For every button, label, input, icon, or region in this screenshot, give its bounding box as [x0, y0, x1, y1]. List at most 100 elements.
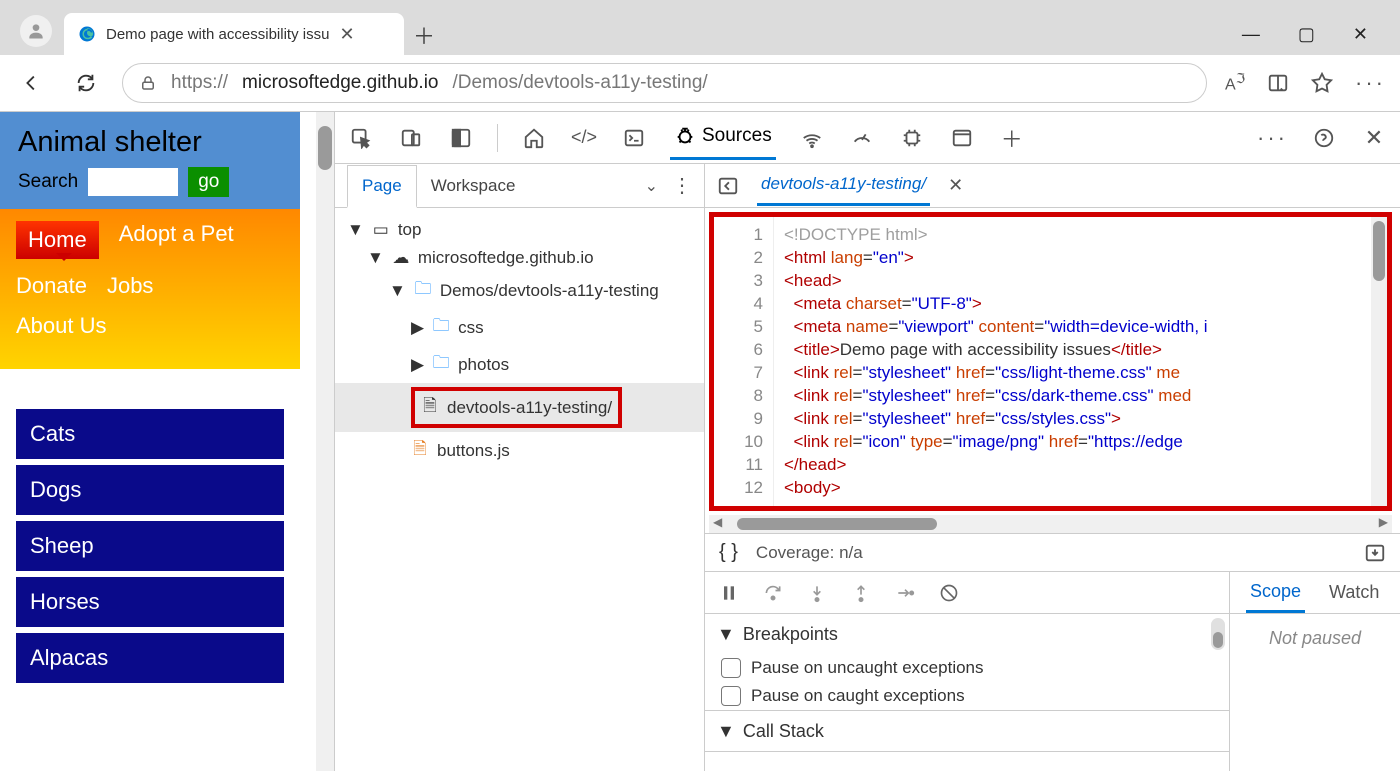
- sources-tab-label: Sources: [702, 125, 772, 147]
- category-link[interactable]: Sheep: [16, 521, 284, 571]
- add-tab-icon[interactable]: ＋: [998, 124, 1026, 152]
- category-link[interactable]: Alpacas: [16, 633, 284, 683]
- chevron-down-icon[interactable]: ⌄: [645, 176, 658, 196]
- close-window-button[interactable]: ✕: [1353, 24, 1368, 45]
- memory-tab-icon[interactable]: [898, 124, 926, 152]
- main-nav: Home Adopt a Pet Donate Jobs About Us: [0, 209, 300, 369]
- editor-footer: { } Coverage: n/a: [705, 533, 1400, 571]
- editor-area: devtools-a11y-testing/ ✕ 123456789101112…: [705, 164, 1400, 771]
- address-bar: https:// microsoftedge.github.io/Demos/de…: [0, 55, 1400, 111]
- minimize-button[interactable]: —: [1242, 24, 1260, 45]
- nav-donate[interactable]: Donate: [16, 273, 87, 299]
- search-input[interactable]: [88, 168, 178, 196]
- inspect-icon[interactable]: [347, 124, 375, 152]
- sidebar-more-icon[interactable]: ⋮: [672, 173, 692, 198]
- line-gutter: 123456789101112: [714, 217, 774, 506]
- coverage-label: Coverage: n/a: [756, 543, 863, 563]
- console-tab-icon[interactable]: [620, 124, 648, 152]
- workspace-subtab[interactable]: Workspace: [417, 166, 645, 206]
- category-link[interactable]: Cats: [16, 409, 284, 459]
- callstack-section[interactable]: ▼Call Stack: [705, 711, 1229, 751]
- go-button[interactable]: go: [188, 167, 229, 197]
- url-host: microsoftedge.github.io: [242, 72, 438, 94]
- elements-tab-icon[interactable]: </>: [570, 124, 598, 152]
- nav-about[interactable]: About Us: [16, 313, 107, 339]
- titlebar: Demo page with accessibility issu ✕ ＋ — …: [0, 0, 1400, 55]
- window-controls: — ▢ ✕: [1242, 24, 1392, 45]
- devtools-close-icon[interactable]: ✕: [1360, 124, 1388, 152]
- category-list: Cats Dogs Sheep Horses Alpacas: [0, 369, 300, 683]
- url-scheme: https://: [171, 72, 228, 94]
- devtools-toolbar: </> Sources ＋ ··· ✕: [335, 112, 1400, 164]
- page-scrollbar[interactable]: [316, 112, 334, 771]
- device-toggle-icon[interactable]: [397, 124, 425, 152]
- search-label: Search: [18, 171, 78, 193]
- folder-icon: 🗀: [414, 276, 432, 305]
- tab-close-icon[interactable]: ✕: [339, 24, 354, 45]
- download-icon[interactable]: [1364, 542, 1386, 564]
- nav-jobs[interactable]: Jobs: [107, 273, 153, 299]
- not-paused-label: Not paused: [1230, 614, 1400, 649]
- pause-icon[interactable]: [719, 583, 739, 603]
- browser-tab[interactable]: Demo page with accessibility issu ✕: [64, 13, 404, 55]
- tree-folder[interactable]: ▼🗀Demos/devtools-a11y-testing: [335, 272, 704, 309]
- file-icon: 🗎: [411, 436, 429, 465]
- step-out-icon[interactable]: [851, 583, 871, 603]
- reading-view-icon[interactable]: [1267, 72, 1289, 94]
- editor-h-scrollbar[interactable]: [709, 515, 1392, 533]
- profile-avatar[interactable]: [20, 15, 52, 47]
- tree-photos[interactable]: ▶🗀photos: [335, 346, 704, 383]
- favorite-icon[interactable]: [1311, 72, 1333, 94]
- category-link[interactable]: Dogs: [16, 465, 284, 515]
- deactivate-breakpoints-icon[interactable]: [939, 583, 959, 603]
- folder-icon: 🗀: [432, 350, 450, 379]
- pause-caught-checkbox[interactable]: Pause on caught exceptions: [705, 682, 1229, 710]
- pause-uncaught-checkbox[interactable]: Pause on uncaught exceptions: [705, 654, 1229, 682]
- watch-tab[interactable]: Watch: [1329, 582, 1379, 603]
- nav-home[interactable]: Home: [16, 221, 99, 259]
- tree-domain[interactable]: ▼☁microsoftedge.github.io: [335, 244, 704, 272]
- devtools-more-icon[interactable]: ···: [1257, 125, 1288, 151]
- more-menu-icon[interactable]: ···: [1355, 70, 1386, 96]
- maximize-button[interactable]: ▢: [1298, 24, 1315, 45]
- tree-html-file[interactable]: 🗎devtools-a11y-testing/: [335, 383, 704, 432]
- scope-tab[interactable]: Scope: [1246, 573, 1305, 613]
- category-link[interactable]: Horses: [16, 577, 284, 627]
- editor-tab-close-icon[interactable]: ✕: [948, 175, 963, 196]
- back-button[interactable]: [14, 65, 50, 101]
- tree-js-file[interactable]: 🗎buttons.js: [335, 432, 704, 469]
- sources-sidebar: Page Workspace ⌄ ⋮ ▼▭top ▼☁microsoftedge…: [335, 164, 705, 771]
- welcome-tab-icon[interactable]: [520, 124, 548, 152]
- url-path: /Demos/devtools-a11y-testing/: [452, 72, 707, 94]
- code-editor[interactable]: 123456789101112 <!DOCTYPE html> <html la…: [709, 212, 1392, 511]
- step-into-icon[interactable]: [807, 583, 827, 603]
- step-over-icon[interactable]: [763, 583, 783, 603]
- lock-icon: [139, 74, 157, 92]
- help-icon[interactable]: [1310, 124, 1338, 152]
- page-subtab[interactable]: Page: [347, 165, 417, 208]
- refresh-button[interactable]: [68, 65, 104, 101]
- dock-icon[interactable]: [447, 124, 475, 152]
- window-icon: ▭: [372, 220, 390, 240]
- editor-file-tab[interactable]: devtools-a11y-testing/: [757, 165, 930, 206]
- url-input[interactable]: https:// microsoftedge.github.io/Demos/de…: [122, 63, 1207, 103]
- network-tab-icon[interactable]: [798, 124, 826, 152]
- folder-icon: 🗀: [432, 313, 450, 342]
- nav-adopt[interactable]: Adopt a Pet: [119, 221, 234, 259]
- tab-title: Demo page with accessibility issu: [106, 26, 329, 43]
- read-aloud-icon[interactable]: Aℑ: [1225, 71, 1245, 94]
- application-tab-icon[interactable]: [948, 124, 976, 152]
- pretty-print-icon[interactable]: { }: [719, 541, 738, 564]
- step-icon[interactable]: [895, 583, 915, 603]
- tree-top[interactable]: ▼▭top: [335, 216, 704, 244]
- edge-icon: [78, 25, 96, 43]
- tree-css[interactable]: ▶🗀css: [335, 309, 704, 346]
- main-area: Animal shelter Search go Home Adopt a Pe…: [0, 111, 1400, 771]
- breakpoints-section[interactable]: ▼Breakpoints: [705, 614, 1229, 654]
- nav-back-icon[interactable]: [717, 175, 739, 197]
- cloud-icon: ☁: [392, 248, 410, 268]
- editor-v-scrollbar[interactable]: [1371, 217, 1387, 506]
- performance-tab-icon[interactable]: [848, 124, 876, 152]
- sources-tab[interactable]: Sources: [670, 115, 776, 160]
- new-tab-button[interactable]: ＋: [404, 15, 444, 55]
